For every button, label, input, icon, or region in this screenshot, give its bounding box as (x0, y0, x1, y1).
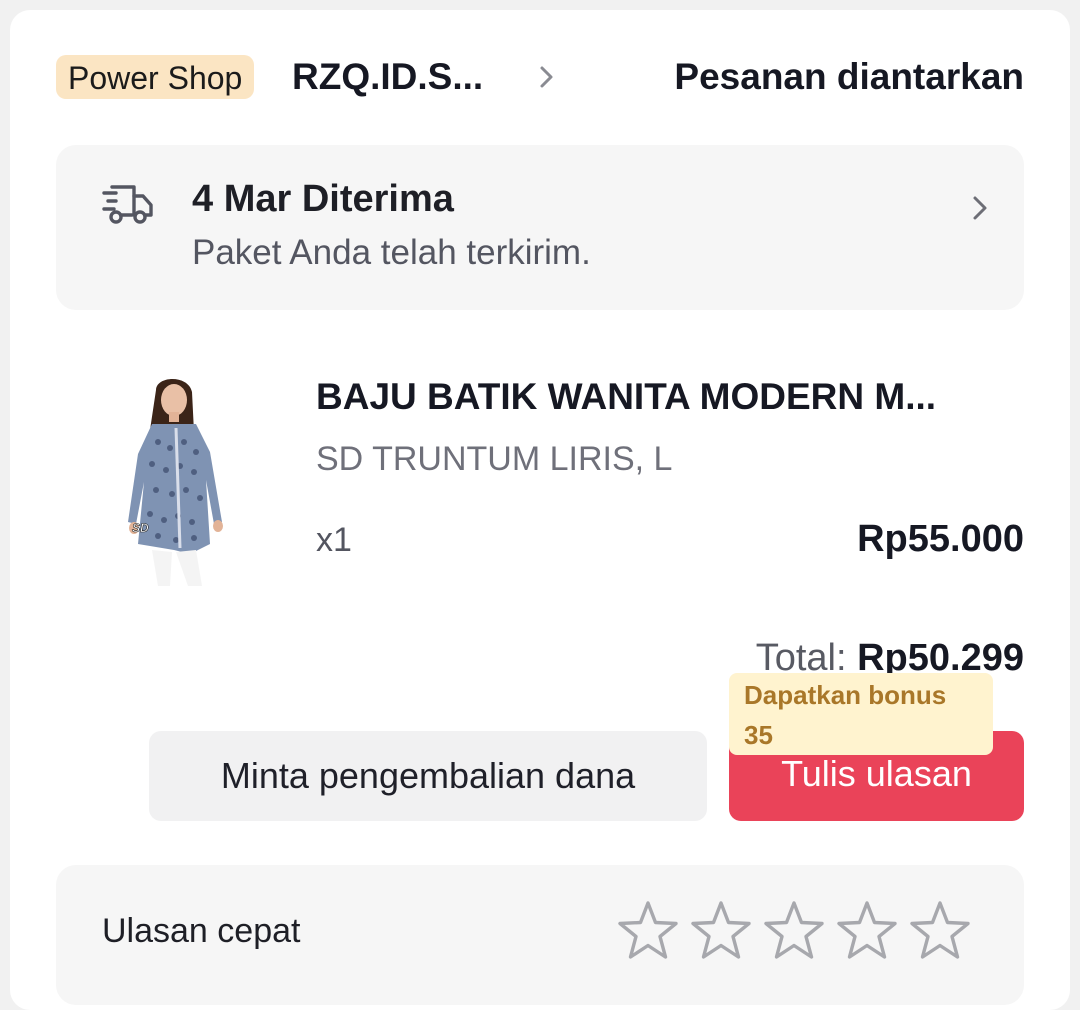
delivery-status-panel[interactable]: 4 Mar Diterima Paket Anda telah terkirim… (56, 145, 1024, 310)
request-refund-button[interactable]: Minta pengembalian dana (149, 731, 707, 821)
delivery-truck-icon (102, 185, 153, 224)
shop-name-link[interactable]: RZQ.ID.S... (292, 50, 483, 104)
total-value: Rp50.299 (857, 637, 1024, 676)
order-total: Total: Rp50.299 (756, 630, 1024, 676)
delivery-date-title: 4 Mar Diterima (192, 178, 454, 220)
product-name[interactable]: BAJU BATIK WANITA MODERN M... (316, 372, 1016, 422)
svg-text:SD: SD (132, 521, 149, 535)
quick-review-panel: Ulasan cepat (56, 865, 1024, 1005)
product-quantity: x1 (316, 521, 352, 559)
order-status: Pesanan diantarkan (674, 56, 1024, 97)
delivery-subtitle: Paket Anda telah terkirim. (192, 233, 591, 272)
write-review-label: Tulis ulasan (781, 752, 972, 794)
product-price: Rp55.000 (857, 518, 1024, 560)
product-variant: SD TRUNTUM LIRIS, L (316, 440, 673, 478)
bonus-value: 35 (744, 720, 773, 750)
star-5-icon[interactable] (908, 899, 972, 963)
star-4-icon[interactable] (835, 899, 899, 963)
star-1-icon[interactable] (616, 899, 680, 963)
star-2-icon[interactable] (689, 899, 753, 963)
total-label: Total: (755, 637, 847, 676)
review-bonus-tooltip: Dapatkan bonus 35 (729, 673, 993, 755)
chevron-right-icon[interactable] (538, 63, 556, 91)
power-shop-badge: Power Shop (56, 55, 255, 99)
chevron-right-icon (973, 196, 987, 220)
order-header: Power Shop RZQ.ID.S... Pesanan diantarka… (56, 50, 1024, 104)
quick-review-label: Ulasan cepat (102, 912, 301, 950)
bonus-label: Dapatkan bonus (744, 680, 947, 710)
star-3-icon[interactable] (762, 899, 826, 963)
product-image[interactable]: SD (118, 372, 232, 588)
